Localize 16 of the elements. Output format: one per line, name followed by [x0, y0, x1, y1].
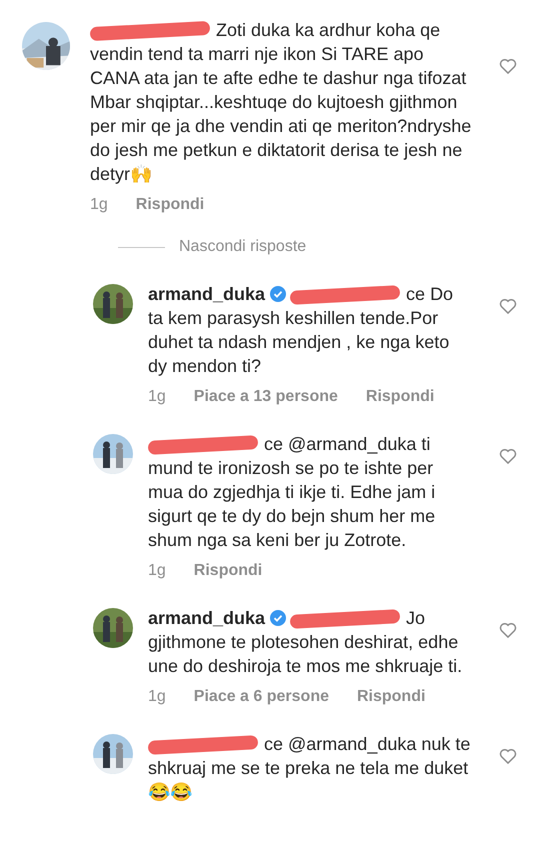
- comment-time: 1g: [148, 688, 166, 706]
- comment-time: 1g: [148, 388, 166, 406]
- reply-link[interactable]: Rispondi: [356, 688, 426, 706]
- reply-link[interactable]: Rispondi: [194, 562, 262, 580]
- comment-text: ce @armand_duka ti mund te ironizosh se po te ishte per mua do zgjedhja ti ikje ti. Edhe jam i sigurt qe te dy do bejn shum her me shum nga sa keni ber ju Zotrote.: [148, 433, 436, 552]
- comment-text: ce @armand_duka nuk te shkruaj me se te preka ne tela me duket😂😂: [148, 733, 472, 804]
- comment-text: Zoti duka ka ardhur koha qe vendin tend ta marri nje ikon Si TARE apo CANA ata jan te afte edhe te dashur nga tifozat Mbar shqiptar...keshtuqe do kujtoesh gjithmon per mir qe ja dhe vendin ati qe meriton?ndryshe do jesh me petkun e diktatorit derisa te jesh ne detyr🙌: [90, 19, 472, 186]
- reply-link[interactable]: Rispondi: [366, 388, 434, 406]
- hide-replies-link[interactable]: Nascondi risposte: [179, 238, 306, 256]
- comment-text: armand_duka ce Do ta kem parasysh keshillen tende.Por duhet ta ndash mendjen , ke nga keto dy mendon ti?: [148, 283, 454, 378]
- comment-time: 1g: [90, 196, 108, 214]
- likes-link[interactable]: Piace a 13 persone: [194, 388, 338, 406]
- comment-text: armand_duka Jo gjithmone te plotesohen deshirat, edhe une do deshiroja te mos me shkruaje ti.: [148, 607, 464, 678]
- reply-link[interactable]: Rispondi: [136, 196, 204, 214]
- likes-link[interactable]: Piace a 6 persone: [194, 688, 329, 706]
- comment-time: 1g: [148, 562, 166, 580]
